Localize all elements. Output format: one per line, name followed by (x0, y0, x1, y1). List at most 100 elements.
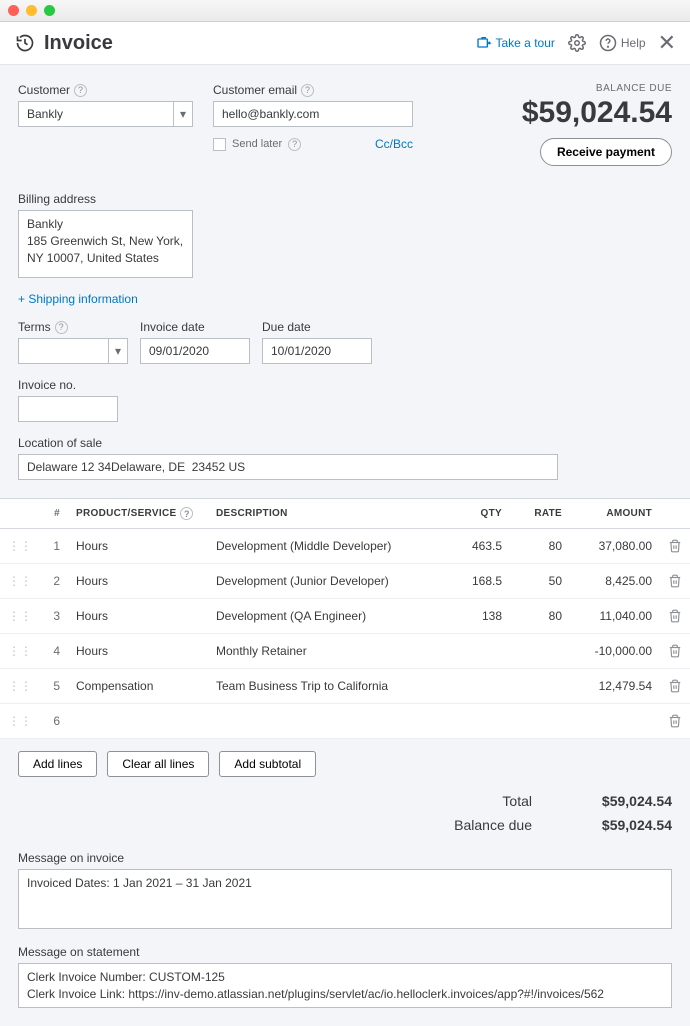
due-date-label: Due date (262, 320, 311, 334)
chevron-down-icon[interactable]: ▾ (173, 101, 193, 127)
send-later-checkbox[interactable] (213, 138, 226, 151)
invoice-date-label: Invoice date (140, 320, 205, 334)
help-icon[interactable]: ? (301, 84, 314, 97)
row-number: 1 (40, 529, 68, 564)
terms-select[interactable]: ▾ (18, 338, 128, 364)
row-amount[interactable]: -10,000.00 (570, 634, 660, 669)
total-value: $59,024.54 (572, 793, 672, 809)
row-number: 5 (40, 669, 68, 704)
row-description[interactable]: Development (Junior Developer) (208, 564, 450, 599)
table-row[interactable]: ⋮⋮1HoursDevelopment (Middle Developer)46… (0, 529, 690, 564)
table-row[interactable]: ⋮⋮4HoursMonthly Retainer -10,000.00 (0, 634, 690, 669)
row-amount[interactable]: 37,080.00 (570, 529, 660, 564)
table-row[interactable]: ⋮⋮2HoursDevelopment (Junior Developer)16… (0, 564, 690, 599)
billing-address-label: Billing address (18, 192, 96, 206)
row-product[interactable]: Hours (68, 529, 208, 564)
row-description[interactable]: Development (QA Engineer) (208, 599, 450, 634)
window-zoom-dot[interactable] (44, 5, 55, 16)
terms-label: Terms (18, 320, 51, 334)
drag-handle-icon[interactable]: ⋮⋮ (0, 634, 40, 669)
row-rate[interactable] (510, 669, 570, 704)
trash-icon[interactable] (668, 644, 682, 658)
row-number: 2 (40, 564, 68, 599)
add-lines-button[interactable]: Add lines (18, 751, 97, 777)
row-qty[interactable]: 168.5 (450, 564, 510, 599)
row-amount[interactable] (570, 704, 660, 739)
row-qty[interactable]: 463.5 (450, 529, 510, 564)
trash-icon[interactable] (668, 714, 682, 728)
receive-payment-button[interactable]: Receive payment (540, 138, 672, 166)
row-amount[interactable]: 8,425.00 (570, 564, 660, 599)
table-row[interactable]: ⋮⋮6 (0, 704, 690, 739)
row-description[interactable]: Development (Middle Developer) (208, 529, 450, 564)
help-icon[interactable]: ? (180, 507, 193, 520)
take-tour-link[interactable]: Take a tour (476, 35, 555, 51)
trash-icon[interactable] (668, 539, 682, 553)
row-description[interactable]: Monthly Retainer (208, 634, 450, 669)
message-statement-input[interactable] (18, 963, 672, 1008)
message-invoice-input[interactable] (18, 869, 672, 929)
customer-email-label: Customer email (213, 83, 297, 97)
help-icon (599, 34, 617, 52)
close-button[interactable]: ✕ (658, 30, 676, 56)
ccbcc-link[interactable]: Cc/Bcc (375, 137, 413, 151)
drag-handle-icon[interactable]: ⋮⋮ (0, 529, 40, 564)
location-input[interactable] (18, 454, 558, 480)
balance-due-total-value: $59,024.54 (572, 817, 672, 833)
drag-handle-icon[interactable]: ⋮⋮ (0, 669, 40, 704)
customer-email-input[interactable] (213, 101, 413, 127)
row-rate[interactable] (510, 704, 570, 739)
invoice-date-input[interactable] (140, 338, 250, 364)
row-description[interactable]: Team Business Trip to California (208, 669, 450, 704)
billing-address-input[interactable] (18, 210, 193, 278)
table-row[interactable]: ⋮⋮3HoursDevelopment (QA Engineer)1388011… (0, 599, 690, 634)
help-icon[interactable]: ? (74, 84, 87, 97)
row-rate[interactable]: 80 (510, 529, 570, 564)
trash-icon[interactable] (668, 679, 682, 693)
page-title: Invoice (44, 32, 113, 55)
chevron-down-icon[interactable]: ▾ (108, 338, 128, 364)
row-amount[interactable]: 12,479.54 (570, 669, 660, 704)
clear-lines-button[interactable]: Clear all lines (107, 751, 209, 777)
drag-handle-icon[interactable]: ⋮⋮ (0, 599, 40, 634)
help-icon[interactable]: ? (55, 321, 68, 334)
row-amount[interactable]: 11,040.00 (570, 599, 660, 634)
row-product[interactable] (68, 704, 208, 739)
row-description[interactable] (208, 704, 450, 739)
help-icon[interactable]: ? (288, 138, 301, 151)
history-icon[interactable] (14, 32, 36, 54)
help-button[interactable]: Help (599, 34, 646, 52)
trash-icon[interactable] (668, 609, 682, 623)
window-minimize-dot[interactable] (26, 5, 37, 16)
row-product[interactable]: Hours (68, 564, 208, 599)
row-qty[interactable] (450, 634, 510, 669)
col-qty: QTY (450, 499, 510, 529)
trash-icon[interactable] (668, 574, 682, 588)
row-rate[interactable]: 80 (510, 599, 570, 634)
tour-icon (476, 35, 492, 51)
row-number: 4 (40, 634, 68, 669)
row-qty[interactable] (450, 704, 510, 739)
shipping-info-link[interactable]: + Shipping information (18, 292, 138, 306)
row-product[interactable]: Hours (68, 599, 208, 634)
customer-input[interactable] (18, 101, 173, 127)
due-date-input[interactable] (262, 338, 372, 364)
drag-handle-icon[interactable]: ⋮⋮ (0, 564, 40, 599)
col-num: # (40, 499, 68, 529)
row-qty[interactable] (450, 669, 510, 704)
window-close-dot[interactable] (8, 5, 19, 16)
invoice-no-input[interactable] (18, 396, 118, 422)
row-qty[interactable]: 138 (450, 599, 510, 634)
balance-due-label: BALANCE DUE (522, 83, 672, 94)
row-product[interactable]: Hours (68, 634, 208, 669)
table-row[interactable]: ⋮⋮5CompensationTeam Business Trip to Cal… (0, 669, 690, 704)
col-rate: RATE (510, 499, 570, 529)
gear-icon[interactable] (567, 33, 587, 53)
row-rate[interactable]: 50 (510, 564, 570, 599)
row-product[interactable]: Compensation (68, 669, 208, 704)
customer-select[interactable]: ▾ (18, 101, 193, 127)
row-rate[interactable] (510, 634, 570, 669)
terms-input[interactable] (18, 338, 108, 364)
add-subtotal-button[interactable]: Add subtotal (219, 751, 316, 777)
drag-handle-icon[interactable]: ⋮⋮ (0, 704, 40, 739)
